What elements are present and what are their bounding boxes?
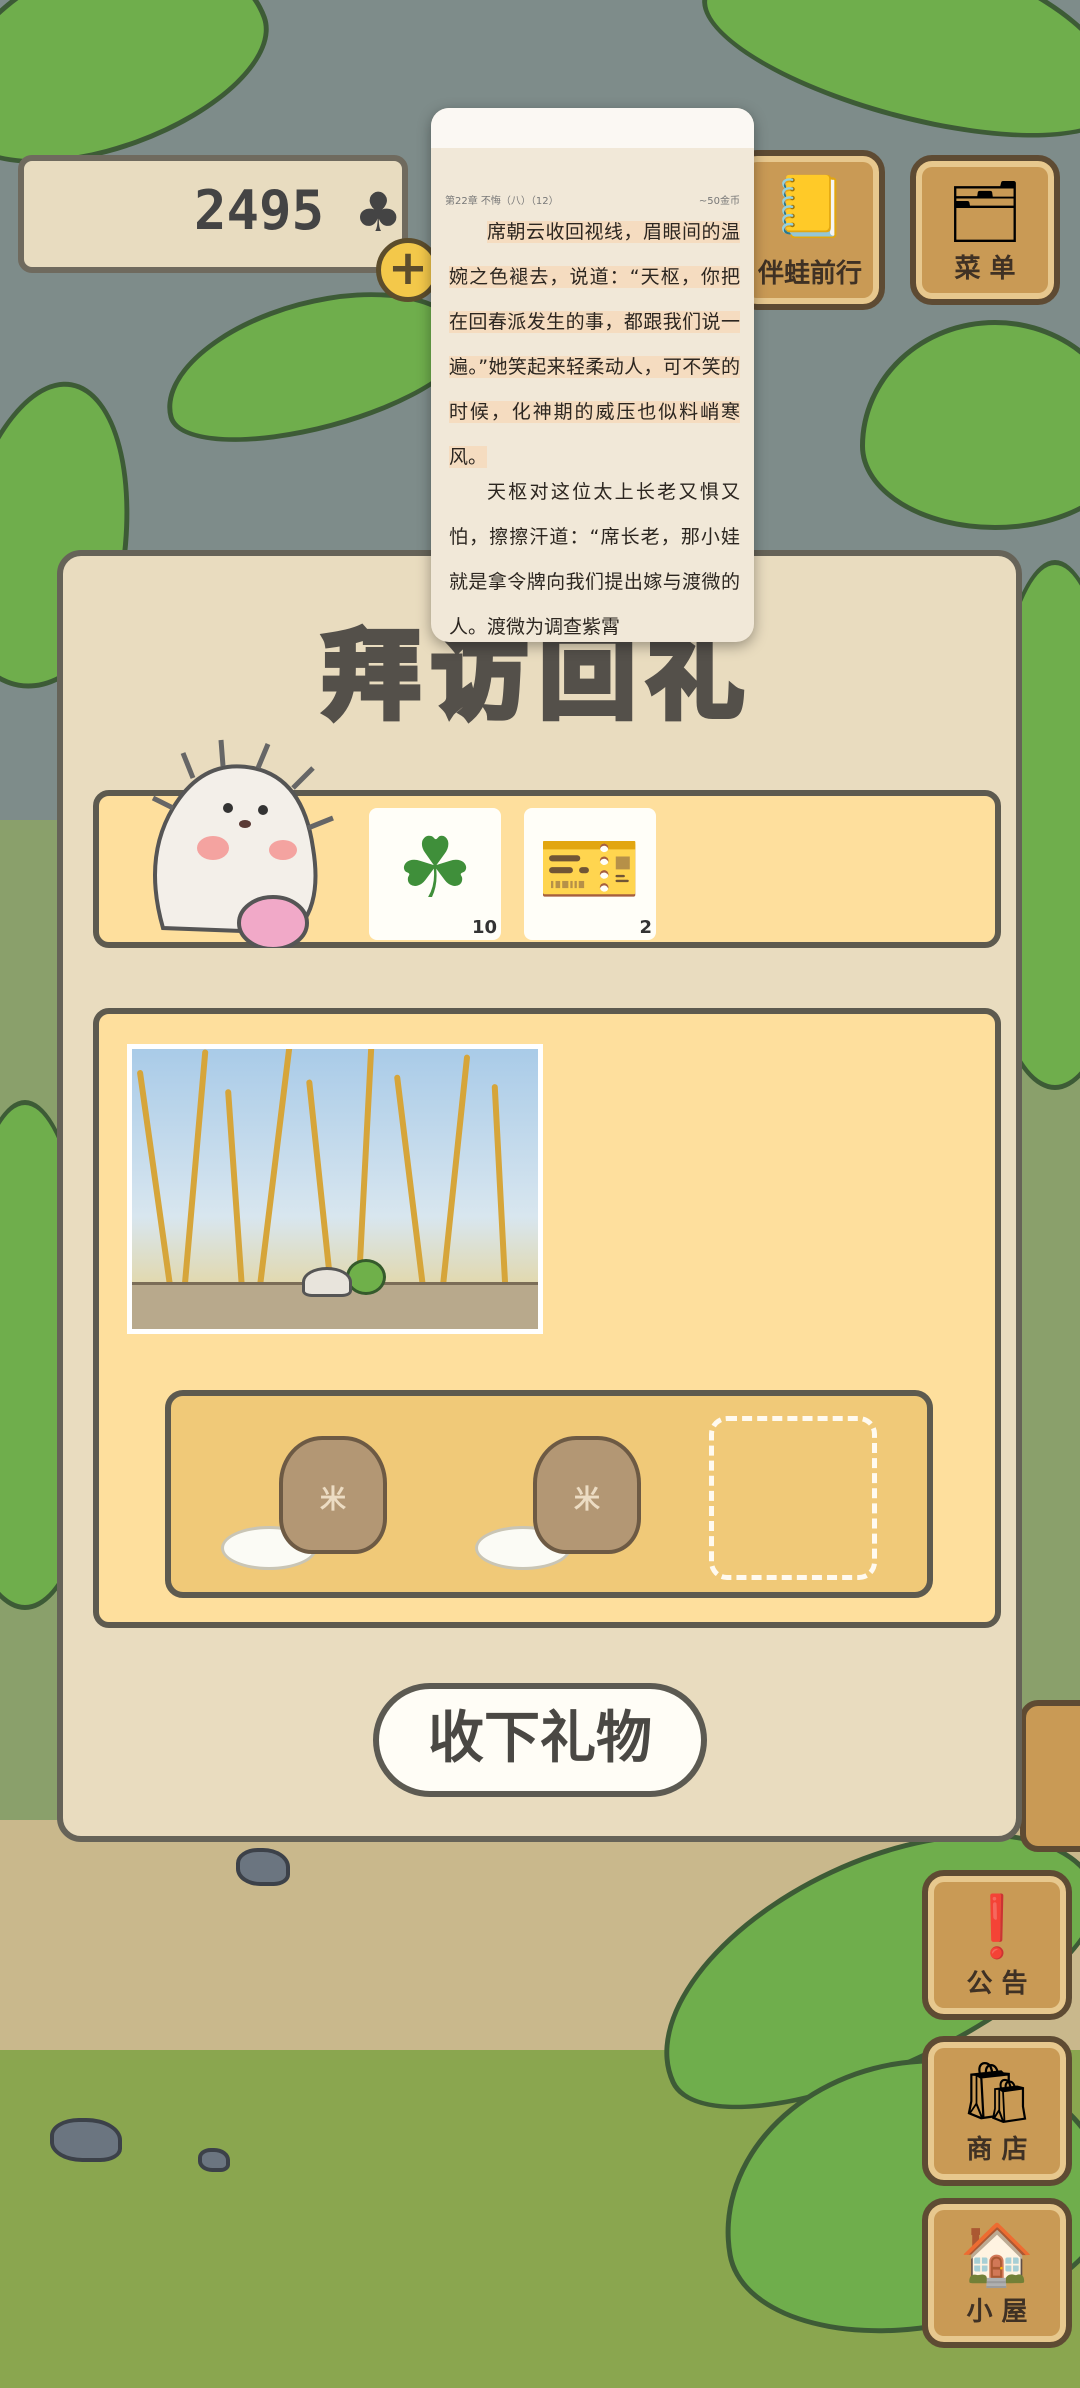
hedgehog-small-icon bbox=[302, 1267, 352, 1297]
chapter-title[interactable]: 第22章 不悔（八）（12） bbox=[445, 192, 559, 207]
album-icon: 📒 bbox=[772, 172, 848, 242]
stone bbox=[198, 2148, 230, 2172]
travel-photo-area: 米 米 bbox=[93, 1008, 1001, 1628]
stone bbox=[236, 1848, 290, 1886]
gift-slot-rice[interactable]: 米 bbox=[475, 1434, 645, 1574]
notice-button[interactable]: ❗ 公 告 bbox=[922, 1870, 1072, 2020]
travel-with-frog-button[interactable]: 📒 伴蛙前行 bbox=[735, 150, 885, 310]
house-button[interactable]: 🏠 小 屋 bbox=[922, 2198, 1072, 2348]
wheat-stalk bbox=[439, 1054, 471, 1289]
exclamation-icon: ❗ bbox=[959, 1892, 1035, 1962]
wheat-stalk bbox=[393, 1074, 427, 1289]
wheat-stalk bbox=[355, 1049, 375, 1289]
stone bbox=[50, 2118, 122, 2162]
shop-bags-icon: 🛍 bbox=[958, 2058, 1036, 2128]
shop-button[interactable]: 🛍 商 店 bbox=[922, 2036, 1072, 2186]
rice-bag-icon: 米 bbox=[279, 1436, 387, 1554]
gift-slot-rice[interactable]: 米 bbox=[221, 1434, 391, 1574]
menu-cards-icon: 🗂 bbox=[946, 177, 1024, 247]
coin-reward[interactable]: ~50金币 bbox=[699, 192, 740, 207]
clover-icon: ♣ bbox=[354, 181, 403, 244]
travel-button-label: 伴蛙前行 bbox=[757, 259, 862, 289]
paragraph-text: 席朝云收回视线，眉眼间的温婉之色褪去，说道：“天枢，你把在回春派发生的事，都跟我… bbox=[449, 221, 740, 468]
clover-count: 2495 bbox=[194, 179, 325, 242]
wheat-stalk bbox=[136, 1069, 174, 1289]
wheat-stalk bbox=[181, 1049, 209, 1289]
frog-icon bbox=[346, 1259, 386, 1295]
house-button-label: 小 屋 bbox=[966, 2297, 1028, 2327]
wheat-stalk bbox=[256, 1049, 294, 1289]
reader-header: 第22章 不悔（八）（12） ~50金币 bbox=[445, 192, 740, 207]
souvenir-photo bbox=[127, 1044, 543, 1334]
four-leaf-clover-icon: ☘ bbox=[397, 819, 473, 917]
notice-button-label: 公 告 bbox=[966, 1969, 1028, 1999]
gift-count: 2 bbox=[639, 917, 652, 938]
floating-reader-window[interactable]: 第22章 不悔（八）（12） ~50金币 席朝云收回视线，眉眼间的温婉之色褪去，… bbox=[431, 108, 754, 642]
paragraph-text: 天枢对这位太上长老又惧又怕，擦擦汗道：“席长老，那小娃就是拿令牌向我们提出嫁与渡… bbox=[449, 481, 740, 638]
gift-item-ticket: 🎫 2 bbox=[524, 808, 656, 940]
empty-gift-slot[interactable] bbox=[709, 1416, 877, 1580]
ticket-icon: 🎫 bbox=[537, 819, 643, 917]
reader-paragraph: 天枢对这位太上长老又惧又怕，擦擦汗道：“席长老，那小娃就是拿令牌向我们提出嫁与渡… bbox=[449, 470, 740, 642]
accept-gifts-button[interactable]: 收下礼物 bbox=[373, 1683, 707, 1797]
rice-bag-icon: 米 bbox=[533, 1436, 641, 1554]
reader-top-bar[interactable] bbox=[431, 108, 754, 148]
hedgehog-visitor-icon bbox=[151, 739, 334, 948]
reader-paragraph: 席朝云收回视线，眉眼间的温婉之色褪去，说道：“天枢，你把在回春派发生的事，都跟我… bbox=[449, 210, 740, 480]
gift-slots-tray: 米 米 bbox=[165, 1390, 933, 1598]
visit-gift-panel: 拜访回礼 ☘ 10 🎫 2 米 米 收下礼物 bbox=[57, 550, 1022, 1842]
side-tab[interactable] bbox=[1020, 1700, 1080, 1852]
wheat-stalk bbox=[306, 1079, 334, 1289]
shop-button-label: 商 店 bbox=[966, 2135, 1028, 2165]
wheat-stalk bbox=[491, 1083, 509, 1290]
menu-button[interactable]: 🗂 菜 单 bbox=[910, 155, 1060, 305]
gift-count: 10 bbox=[471, 917, 497, 938]
clover-currency-box: 2495 ♣ bbox=[18, 155, 408, 273]
menu-button-label: 菜 单 bbox=[954, 254, 1016, 284]
house-icon: 🏠 bbox=[959, 2220, 1035, 2290]
wheat-stalk bbox=[225, 1089, 245, 1289]
gift-item-clover: ☘ 10 bbox=[369, 808, 501, 940]
